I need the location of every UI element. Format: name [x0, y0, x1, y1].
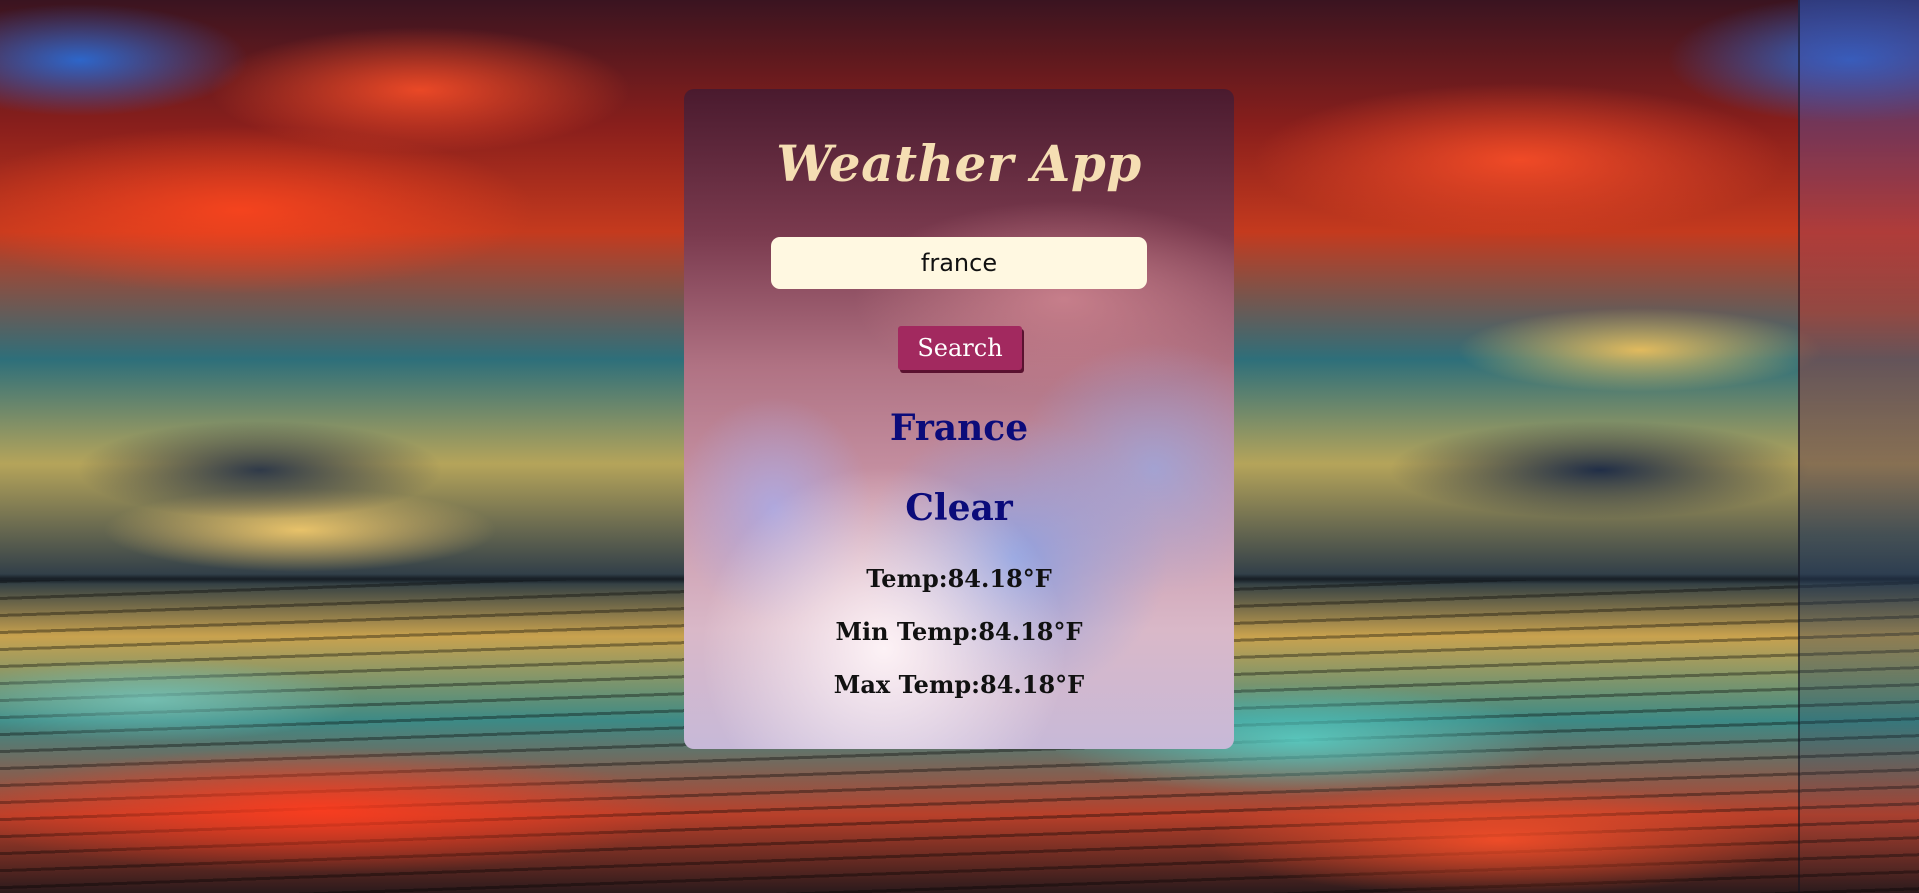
min-temp: Min Temp:84.18°F	[684, 617, 1234, 646]
max-temp: Max Temp:84.18°F	[684, 670, 1234, 699]
current-temp-value: 84.18°F	[947, 564, 1052, 593]
min-temp-label: Min Temp:	[835, 617, 979, 646]
current-temp-label: Temp:	[866, 564, 948, 593]
min-temp-value: 84.18°F	[978, 617, 1083, 646]
current-temp: Temp:84.18°F	[684, 564, 1234, 593]
weather-condition: Clear	[905, 487, 1013, 529]
max-temp-value: 84.18°F	[980, 670, 1085, 699]
weather-card: Weather App Search France Clear Temp:84.…	[684, 89, 1234, 749]
max-temp-label: Max Temp:	[833, 670, 980, 699]
search-input[interactable]	[771, 237, 1147, 289]
background-repeat-strip	[1798, 0, 1919, 893]
search-button[interactable]: Search	[898, 326, 1022, 370]
app-title: Weather App	[776, 134, 1142, 193]
city-name: France	[889, 407, 1029, 449]
